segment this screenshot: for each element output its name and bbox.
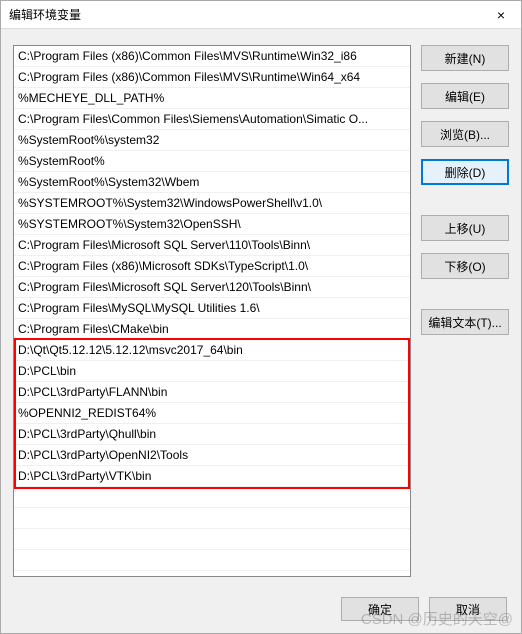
cancel-button[interactable]: 取消 bbox=[429, 597, 507, 621]
edit-button[interactable]: 编辑(E) bbox=[421, 83, 509, 109]
edittext-button[interactable]: 编辑文本(T)... bbox=[421, 309, 509, 335]
list-item[interactable]: %SYSTEMROOT%\System32\WindowsPowerShell\… bbox=[14, 193, 410, 214]
list-item[interactable]: %SYSTEMROOT%\System32\OpenSSH\ bbox=[14, 214, 410, 235]
list-item[interactable]: %MECHEYE_DLL_PATH% bbox=[14, 88, 410, 109]
list-item[interactable] bbox=[14, 487, 410, 508]
footer: 确定 取消 CSDN @历史的天空@ bbox=[1, 585, 521, 633]
moveup-button[interactable]: 上移(U) bbox=[421, 215, 509, 241]
list-item[interactable]: C:\Program Files\MySQL\MySQL Utilities 1… bbox=[14, 298, 410, 319]
list-item[interactable]: %SystemRoot% bbox=[14, 151, 410, 172]
list-item[interactable]: D:\PCL\3rdParty\VTK\bin bbox=[14, 466, 410, 487]
list-item[interactable]: D:\PCL\bin bbox=[14, 361, 410, 382]
list-item[interactable]: %SystemRoot%\system32 bbox=[14, 130, 410, 151]
list-item[interactable]: %OPENNI2_REDIST64% bbox=[14, 403, 410, 424]
close-icon[interactable]: × bbox=[481, 1, 521, 29]
ok-button[interactable]: 确定 bbox=[341, 597, 419, 621]
list-item[interactable]: C:\Program Files (x86)\Microsoft SDKs\Ty… bbox=[14, 256, 410, 277]
list-item[interactable] bbox=[14, 529, 410, 550]
titlebar: 编辑环境变量 × bbox=[1, 1, 521, 29]
list-item[interactable]: C:\Program Files\Microsoft SQL Server\12… bbox=[14, 277, 410, 298]
browse-button[interactable]: 浏览(B)... bbox=[421, 121, 509, 147]
list-item[interactable]: C:\Program Files\Common Files\Siemens\Au… bbox=[14, 109, 410, 130]
new-button[interactable]: 新建(N) bbox=[421, 45, 509, 71]
list-item[interactable]: D:\PCL\3rdParty\OpenNI2\Tools bbox=[14, 445, 410, 466]
delete-button[interactable]: 删除(D) bbox=[421, 159, 509, 185]
button-column: 新建(N) 编辑(E) 浏览(B)... 删除(D) 上移(U) 下移(O) 编… bbox=[421, 45, 509, 577]
list-item[interactable]: C:\Program Files (x86)\Common Files\MVS\… bbox=[14, 46, 410, 67]
list-item[interactable]: D:\Qt\Qt5.12.12\5.12.12\msvc2017_64\bin bbox=[14, 340, 410, 361]
list-item[interactable]: D:\PCL\3rdParty\Qhull\bin bbox=[14, 424, 410, 445]
window-title: 编辑环境变量 bbox=[9, 6, 81, 23]
list-item[interactable] bbox=[14, 550, 410, 571]
path-list[interactable]: C:\Program Files (x86)\Common Files\MVS\… bbox=[13, 45, 411, 577]
content-area: C:\Program Files (x86)\Common Files\MVS\… bbox=[1, 29, 521, 585]
movedown-button[interactable]: 下移(O) bbox=[421, 253, 509, 279]
list-item[interactable] bbox=[14, 508, 410, 529]
list-item[interactable]: C:\Program Files\Microsoft SQL Server\11… bbox=[14, 235, 410, 256]
list-item[interactable]: %SystemRoot%\System32\Wbem bbox=[14, 172, 410, 193]
dialog-window: 编辑环境变量 × C:\Program Files (x86)\Common F… bbox=[0, 0, 522, 634]
list-item[interactable]: D:\PCL\3rdParty\FLANN\bin bbox=[14, 382, 410, 403]
list-item[interactable]: C:\Program Files\CMake\bin bbox=[14, 319, 410, 340]
list-item[interactable]: C:\Program Files (x86)\Common Files\MVS\… bbox=[14, 67, 410, 88]
